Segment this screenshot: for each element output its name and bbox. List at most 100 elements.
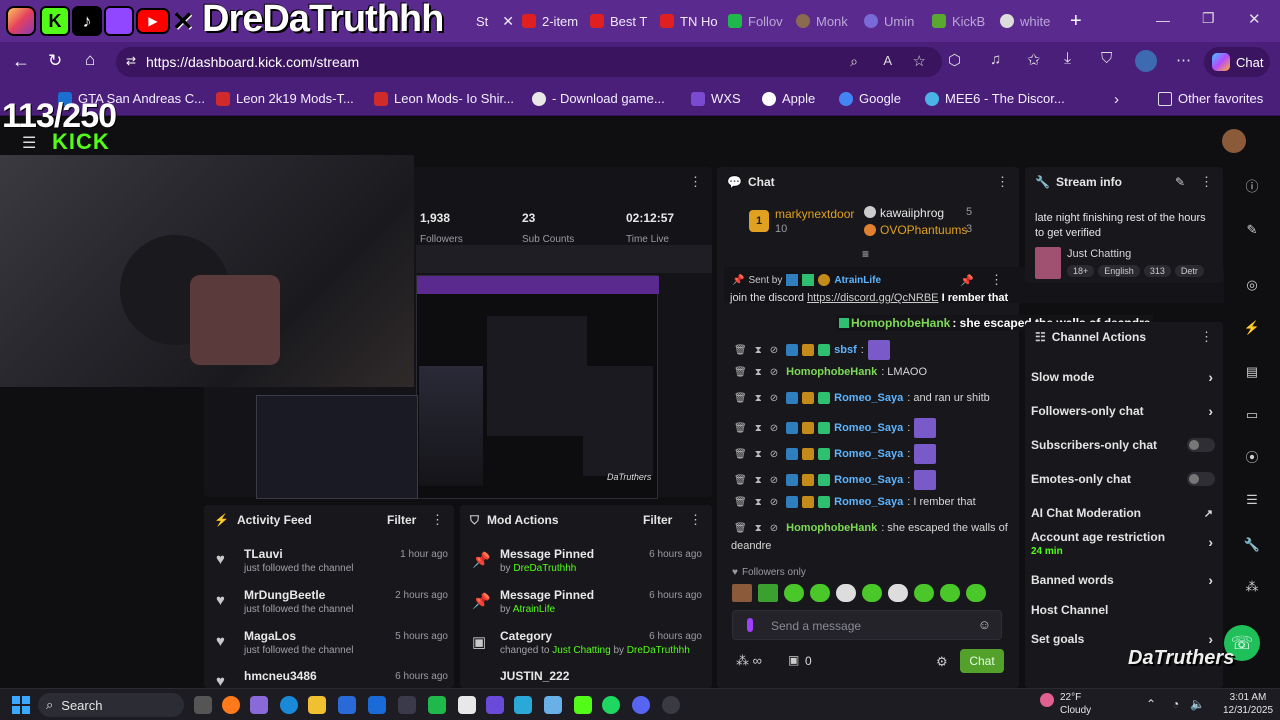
mod-action-user[interactable]: DreDaTruthhh [513,563,576,574]
delete-icon[interactable]: 🗑 [734,497,747,508]
timeout-icon[interactable]: ⧗ [755,345,762,356]
shield-icon[interactable]: ⛉ [1101,50,1112,67]
tag[interactable]: 18+ [1067,265,1095,277]
ai-moderation-row[interactable]: AI Chat Moderation ↗ [1031,502,1217,524]
emote-icon[interactable] [862,584,882,602]
app-icon[interactable] [486,696,504,714]
copilot-chat-button[interactable]: Chat [1204,47,1270,77]
taskbar-search[interactable]: ⌕ Search [38,693,184,717]
chat-username[interactable]: HomophobeHank [786,366,877,378]
timeout-icon[interactable]: ⧗ [755,497,762,508]
chat-message[interactable]: 🗑 ⧗ ⊘ sbsf: [734,340,1004,360]
activity-filter-button[interactable]: Filter [387,513,416,527]
banned-words-row[interactable]: Banned words › [1031,569,1217,591]
delete-icon[interactable]: 🗑 [734,367,747,378]
delete-icon[interactable]: 🗑 [734,523,747,534]
ban-icon[interactable]: ⊘ [770,497,778,508]
new-tab-button[interactable]: + [1070,10,1082,33]
chat-username[interactable]: Romeo_Saya [834,392,903,404]
ban-icon[interactable]: ⊘ [770,345,778,356]
emote-icon[interactable] [758,584,778,602]
chat-message[interactable]: 🗑 ⧗ ⊘ Romeo_Saya: [734,418,1004,438]
app-icon[interactable] [514,696,532,714]
subscribers-only-toggle[interactable] [1187,438,1215,452]
chat-message[interactable]: 🗑 ⧗ ⊘ HomophobeHank: LMAOO [734,366,1004,378]
account-age-row[interactable]: Account age restriction 24 min › [1031,530,1217,560]
leaderboard-name[interactable]: markynextdoor [775,207,854,221]
emote-icon[interactable] [836,584,856,602]
tab-item[interactable]: 2-item [522,6,584,36]
chat-settings-icon[interactable]: ⚙ [936,654,948,670]
chat-icon[interactable]: ▭ [1242,405,1262,425]
close-window-button[interactable]: ✕ [1248,10,1261,28]
tab-item[interactable]: Follov [728,6,788,36]
chat-username[interactable]: Romeo_Saya [834,474,903,486]
slow-mode-row[interactable]: Slow mode › [1031,366,1217,388]
panels-icon[interactable]: ☰ [1242,490,1262,510]
chat-username[interactable]: sbsf [834,344,857,356]
more-icon[interactable]: ⋮ [1200,175,1213,188]
leaderboard-name[interactable]: kawaiiphrog [880,206,944,220]
feed-item[interactable]: ♥ MrDungBeetle just followed the channel… [216,588,448,626]
clock-date[interactable]: 12/31/2025 [1222,705,1274,716]
user-avatar[interactable] [1222,129,1246,153]
host-channel-row[interactable]: Host Channel [1031,599,1217,621]
emote-icon[interactable] [888,584,908,602]
mod-action-item[interactable]: 📌 Message Pinned by DreDaTruthhh 6 hours… [472,547,702,585]
edge-icon[interactable] [280,696,298,714]
chat-username[interactable]: Romeo_Saya [834,422,903,434]
nodes-icon[interactable]: ⁂ [1242,577,1262,597]
pinned-user[interactable]: AtrainLife [834,275,881,286]
hamburger-menu-icon[interactable]: ☰ [22,133,36,153]
home-icon[interactable]: ⌂ [85,50,95,70]
favorite-star-icon[interactable]: ☆ [913,52,926,70]
pinned-link[interactable]: https://discord.gg/QcNRBE [807,292,938,304]
more-icon[interactable]: ⋮ [689,175,702,188]
other-favorites[interactable]: Other favorites [1158,91,1263,106]
more-icon[interactable]: ⋮ [1200,330,1213,343]
delete-icon[interactable]: 🗑 [734,449,747,460]
mod-action-user[interactable]: AtrainLife [513,604,555,615]
mod-action-category[interactable]: Just Chatting [552,645,610,656]
ban-icon[interactable]: ⊘ [770,475,778,486]
app-icon[interactable] [544,696,562,714]
feed-item[interactable]: ♥ TLauvi just followed the channel 1 hou… [216,547,448,585]
chat-username[interactable]: Romeo_Saya [834,496,903,508]
downloads-icon[interactable]: ⤓ [1064,50,1071,68]
camera-icon[interactable]: ◎ [1242,275,1262,295]
stream-video-preview[interactable]: DaTruthers [416,275,659,499]
followers-only-row[interactable]: Followers-only chat › [1031,400,1217,422]
tab-item[interactable]: Monk [796,6,856,36]
favorite-item[interactable]: Leon 2k19 Mods-T... [216,91,354,106]
outlook-icon[interactable] [368,696,386,714]
mod-action-user[interactable]: DreDaTruthhh [627,645,690,656]
app-icon[interactable] [398,696,416,714]
ban-icon[interactable]: ⊘ [770,393,778,404]
tray-chevron-icon[interactable]: ⌃ [1146,697,1156,711]
category-thumbnail[interactable] [1035,247,1061,279]
unpin-icon[interactable]: 📌 [960,274,974,287]
more-icon[interactable]: ⋮ [996,175,1009,188]
windows-start-icon[interactable] [12,696,30,714]
ban-icon[interactable]: ⊘ [770,423,778,434]
favorite-item[interactable]: - Download game... [532,91,665,106]
mod-action-item[interactable]: JUSTIN_222 [472,669,702,687]
close-icon[interactable]: ✕ [502,13,514,30]
mod-filter-button[interactable]: Filter [643,513,672,527]
timeout-icon[interactable]: ⧗ [755,423,762,434]
timeout-icon[interactable]: ⧗ [755,523,762,534]
emote-icon[interactable] [732,584,752,602]
delete-icon[interactable]: 🗑 [734,393,747,404]
clock-time[interactable]: 3:01 AM [1226,692,1270,703]
collapse-leaderboard-icon[interactable]: ≡ [862,247,869,261]
emoji-icon[interactable]: ☺ [978,617,991,632]
lightning-icon[interactable]: ⚡ [1242,318,1262,338]
delete-icon[interactable]: 🗑 [734,423,747,434]
chat-username[interactable]: HomophobeHank [786,522,877,534]
document-icon[interactable]: ▤ [1242,362,1262,382]
app-icon[interactable] [428,696,446,714]
timeout-icon[interactable]: ⧗ [755,449,762,460]
chat-message[interactable]: 🗑 ⧗ ⊘ Romeo_Saya: I rember that [734,496,1004,508]
minimize-button[interactable]: — [1156,12,1170,28]
favorites-icon[interactable]: ✩ [1027,50,1040,70]
